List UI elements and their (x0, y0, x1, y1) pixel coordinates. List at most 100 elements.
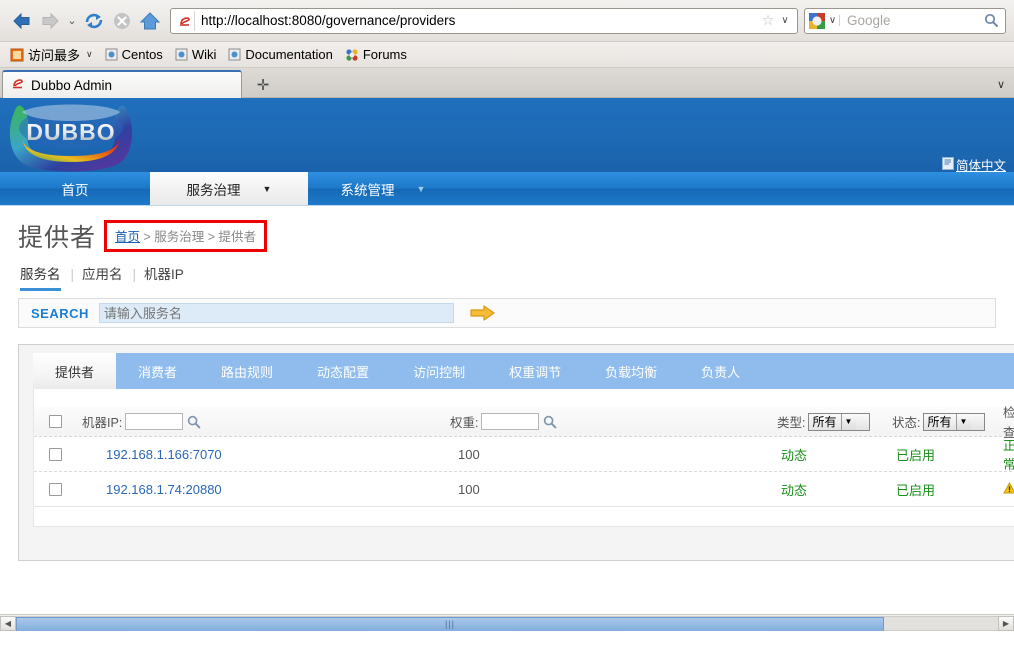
chevron-down-icon[interactable]: ▼ (841, 414, 856, 430)
address-bar[interactable]: http://localhost:8080/governance/provide… (170, 8, 798, 34)
search-engine-dropdown-icon[interactable]: ∨ (826, 15, 840, 26)
provider-ip-link[interactable]: 192.168.1.74:20880 (106, 482, 222, 497)
new-tab-button[interactable]: ✛ (246, 72, 280, 98)
panel-tab-label: 权重调节 (509, 362, 561, 381)
subtab-separator: | (133, 267, 145, 282)
nav-item-label: 服务治理 (187, 179, 241, 199)
panel-tab-providers[interactable]: 提供者 (33, 353, 116, 389)
panel-tab-label: 提供者 (55, 362, 94, 381)
reload-button[interactable] (80, 7, 108, 35)
breadcrumb-separator: > (204, 230, 218, 244)
provider-status: 已启用 (896, 445, 935, 464)
history-dropdown-icon[interactable]: ⌄ (64, 7, 80, 35)
panel-tab-weight-adjust[interactable]: 权重调节 (487, 353, 583, 389)
panel-tab-label: 路由规则 (221, 362, 273, 381)
nav-item-system-management[interactable]: 系统管理 ▼ (308, 172, 458, 205)
dubbo-logo[interactable]: DUBBO (2, 98, 142, 172)
address-bar-text[interactable]: http://localhost:8080/governance/provide… (201, 13, 759, 28)
browser-search-box[interactable]: ∨ Google (804, 8, 1006, 34)
breadcrumb-separator: > (140, 230, 154, 244)
tab-title: Dubbo Admin (31, 78, 112, 93)
select-all-checkbox[interactable] (49, 415, 62, 428)
forward-button[interactable] (36, 7, 64, 35)
bookmark-most-visited[interactable]: 访问最多 ∨ (4, 44, 99, 66)
breadcrumb-mid[interactable]: 服务治理 (154, 230, 204, 244)
subtab-machine-ip[interactable]: 机器IP (144, 263, 194, 285)
provider-ip-link[interactable]: 192.168.1.166:7070 (106, 447, 222, 462)
row-select-cell[interactable] (34, 448, 76, 461)
language-switch-link[interactable]: 简体中文 (942, 155, 1006, 174)
nav-item-service-governance[interactable]: 服务治理 ▼ (150, 172, 308, 205)
provider-type: 动态 (781, 445, 807, 464)
search-icon[interactable] (980, 13, 1002, 28)
select-all-cell[interactable] (34, 415, 76, 428)
browser-navigation-bar: ⌄ http://localhost:8080/governance/provi… (0, 0, 1014, 42)
chevron-down-icon[interactable]: ▼ (956, 414, 971, 430)
search-icon[interactable] (187, 415, 201, 429)
panel-tab-load-balance[interactable]: 负载均衡 (583, 353, 679, 389)
provider-check: 正常 (1003, 435, 1014, 473)
provider-type: 动态 (781, 480, 807, 499)
language-icon (942, 157, 954, 173)
scroll-left-button[interactable]: ◀ (0, 616, 16, 631)
chevron-down-icon[interactable]: ∨ (86, 49, 93, 60)
row-select-cell[interactable] (34, 483, 76, 496)
table-filter-row: 机器IP: 权重: 类型: (34, 407, 1014, 437)
panel-tab-routing-rules[interactable]: 路由规则 (199, 353, 295, 389)
home-button[interactable] (136, 7, 164, 35)
panel-tab-consumers[interactable]: 消费者 (116, 353, 199, 389)
search-submit-button[interactable] (470, 304, 496, 322)
filter-type: 类型: 所有 ▼ (777, 412, 870, 431)
subtab-label: 服务名 (20, 267, 61, 282)
panel-tab-label: 访问控制 (413, 362, 465, 381)
search-label: SEARCH (25, 306, 99, 321)
filter-type-select[interactable]: 所有 ▼ (808, 413, 870, 431)
nav-item-label: 首页 (62, 179, 89, 199)
site-favicon-icon (175, 11, 195, 31)
panel-tab-dynamic-config[interactable]: 动态配置 (295, 353, 391, 389)
scrollbar-thumb[interactable]: ||| (16, 617, 884, 632)
language-label: 简体中文 (956, 155, 1006, 174)
row-checkbox[interactable] (49, 448, 62, 461)
browser-search-input[interactable]: Google (840, 13, 980, 28)
bookmark-forums[interactable]: Forums (339, 44, 413, 66)
bookmark-centos[interactable]: Centos (99, 44, 169, 66)
browser-tab-dubbo-admin[interactable]: Dubbo Admin (2, 70, 242, 98)
bookmark-star-icon[interactable]: ☆ (759, 12, 777, 29)
row-checkbox[interactable] (49, 483, 62, 496)
bookmark-label: 访问最多 (28, 45, 80, 64)
bookmark-wiki[interactable]: Wiki (169, 44, 223, 66)
list-all-tabs-icon[interactable]: ∨ (988, 70, 1014, 98)
table-row[interactable]: 192.168.1.166:7070 100 动态 已启用 正常 (34, 437, 1014, 472)
filter-type-label: 类型: (777, 412, 805, 431)
bookmarks-bar: 访问最多 ∨ Centos Wiki Documentation Forums (0, 42, 1014, 68)
stop-button[interactable] (108, 7, 136, 35)
page-content: 提供者 首页 > 服务治理 > 提供者 服务名 | 应用名 | 机器IP SEA… (0, 206, 1014, 631)
filter-status-select[interactable]: 所有 ▼ (923, 413, 985, 431)
search-input[interactable] (99, 303, 454, 323)
address-dropdown-icon[interactable]: ∨ (777, 15, 793, 26)
browser-tab-strip: Dubbo Admin ✛ ∨ (0, 68, 1014, 98)
filter-weight-input[interactable] (481, 413, 539, 430)
search-icon[interactable] (543, 415, 557, 429)
scrollbar-track[interactable]: ||| (16, 616, 998, 631)
scroll-right-button[interactable]: ▶ (998, 616, 1014, 631)
warning-icon (1003, 482, 1014, 497)
panel-tab-owner[interactable]: 负责人 (679, 353, 762, 389)
svg-text:DUBBO: DUBBO (26, 119, 115, 145)
subtab-service-name[interactable]: 服务名 (18, 263, 71, 285)
bookmark-label: Wiki (192, 47, 217, 62)
subtab-application-name[interactable]: 应用名 (82, 263, 133, 285)
filter-machine-ip-input[interactable] (125, 413, 183, 430)
table-row[interactable]: 192.168.1.74:20880 100 动态 已启用 警 (34, 472, 1014, 507)
bookmark-documentation[interactable]: Documentation (222, 44, 338, 66)
search-bar: SEARCH (18, 298, 996, 328)
back-button[interactable] (8, 7, 36, 35)
provider-weight: 100 (458, 482, 480, 497)
subtab-separator: | (71, 267, 83, 282)
horizontal-scrollbar[interactable]: ◀ ||| ▶ (0, 614, 1014, 631)
bottom-white-strip (0, 605, 1014, 614)
panel-tab-access-control[interactable]: 访问控制 (391, 353, 487, 389)
nav-item-home[interactable]: 首页 (0, 172, 150, 205)
breadcrumb-home-link[interactable]: 首页 (115, 230, 140, 244)
